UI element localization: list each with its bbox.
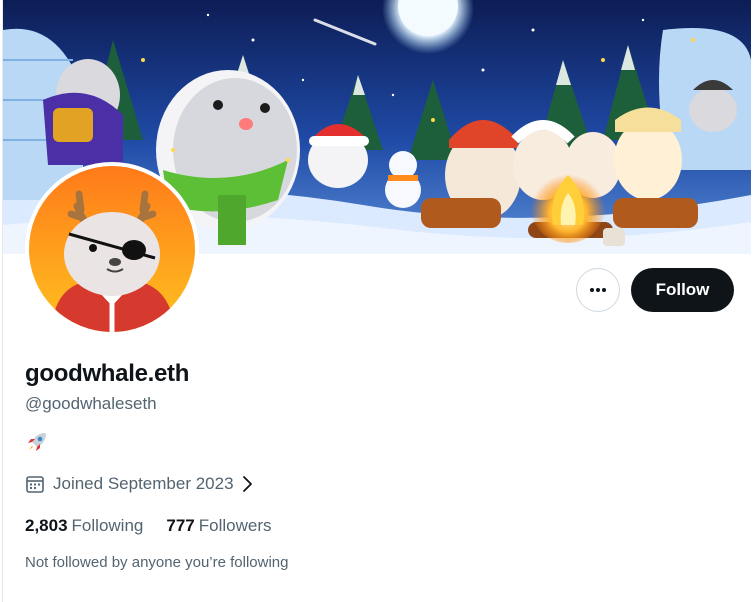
follow-stats: 2,803 Following 777 Followers xyxy=(25,515,294,537)
avatar[interactable] xyxy=(25,162,199,336)
joined-date[interactable]: Joined September 2023 xyxy=(25,472,256,496)
followers-count: 777 xyxy=(166,516,195,535)
following-link[interactable]: 2,803 Following xyxy=(25,515,143,537)
joined-text: Joined September 2023 xyxy=(53,474,234,493)
followers-label: Followers xyxy=(198,516,272,535)
more-options-button[interactable] xyxy=(576,268,620,312)
calendar-icon xyxy=(26,476,44,493)
follow-button[interactable]: Follow xyxy=(631,268,734,312)
followed-by-note: Not followed by anyone you’re following xyxy=(25,554,289,571)
profile-page: Follow goodwhale.eth @goodwhaleseth Join… xyxy=(0,0,753,602)
more-dots-icon xyxy=(590,288,606,292)
user-handle: @goodwhaleseth xyxy=(25,394,157,413)
display-name: goodwhale.eth xyxy=(25,360,190,387)
chevron-right-icon xyxy=(242,476,252,492)
following-count: 2,803 xyxy=(25,516,68,535)
bio-rocket-icon xyxy=(25,430,49,454)
followers-link[interactable]: 777 Followers xyxy=(166,515,271,537)
following-label: Following xyxy=(71,516,144,535)
